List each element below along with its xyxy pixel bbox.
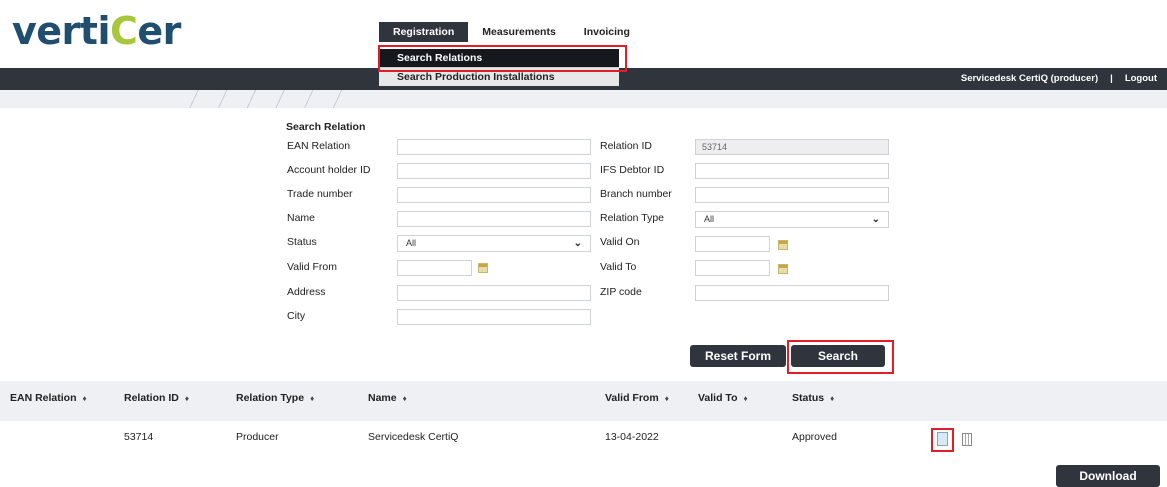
calendar-icon[interactable] [778, 240, 788, 250]
label-status: Status [287, 236, 317, 248]
top-menu: Registration Measurements Invoicing [379, 22, 644, 42]
valid-on-input[interactable] [695, 236, 770, 252]
column-label: Status [792, 392, 825, 404]
calendar-icon[interactable] [778, 264, 788, 274]
account-holder-id-input[interactable] [397, 163, 591, 179]
label-trade-number: Trade number [287, 188, 353, 200]
sort-icon: ♦ [743, 394, 748, 403]
column-label: Valid To [698, 392, 738, 404]
download-button[interactable]: Download [1056, 465, 1160, 487]
label-ean-relation: EAN Relation [287, 140, 351, 152]
column-status[interactable]: Status ♦ [792, 392, 834, 404]
logo-text-er: er [137, 9, 181, 53]
relation-type-select-value: All [704, 214, 715, 224]
reset-form-button[interactable]: Reset Form [690, 345, 786, 367]
valid-from-input[interactable] [397, 260, 472, 276]
sort-icon: ♦ [184, 394, 189, 403]
status-select-value: All [406, 238, 417, 248]
edit-document-icon[interactable] [937, 432, 948, 446]
column-label: Name [368, 392, 397, 404]
sort-icon: ♦ [664, 394, 669, 403]
column-label: Valid From [605, 392, 659, 404]
valid-to-input[interactable] [695, 260, 770, 276]
search-button[interactable]: Search [791, 345, 885, 367]
label-valid-from: Valid From [287, 261, 337, 273]
column-valid-from[interactable]: Valid From ♦ [605, 392, 669, 404]
cell-valid-from: 13-04-2022 [605, 431, 659, 443]
calendar-icon[interactable] [478, 263, 488, 273]
form-title: Search Relation [286, 121, 366, 133]
label-account-holder-id: Account holder ID [287, 164, 371, 176]
label-name: Name [287, 212, 316, 224]
column-ean-relation[interactable]: EAN Relation ♦ [10, 392, 87, 404]
column-name[interactable]: Name ♦ [368, 392, 407, 404]
verticer-logo: vertiCer [12, 6, 181, 56]
sort-icon: ♦ [82, 394, 87, 403]
label-relation-type: Relation Type [600, 212, 665, 224]
relation-id-input[interactable] [695, 139, 889, 155]
decorative-stripes [180, 90, 350, 108]
column-valid-to[interactable]: Valid To ♦ [698, 392, 748, 404]
dropdown-search-relations[interactable]: Search Relations [379, 49, 619, 67]
sort-icon: ♦ [402, 394, 407, 403]
sub-bar [0, 90, 1167, 108]
user-name: Servicedesk CertiQ (producer) [960, 73, 1099, 84]
column-label: EAN Relation [10, 392, 77, 404]
label-valid-to: Valid To [600, 261, 637, 273]
logo-text-verti: verti [12, 9, 110, 53]
column-relation-id[interactable]: Relation ID ♦ [124, 392, 189, 404]
status-select[interactable]: All ⌄ [397, 235, 591, 252]
trade-number-input[interactable] [397, 187, 591, 203]
cell-status: Approved [792, 431, 837, 443]
registration-dropdown: Search Relations Search Production Insta… [379, 49, 619, 86]
cell-relation-type: Producer [236, 431, 279, 443]
chevron-down-icon: ⌄ [573, 238, 582, 249]
dropdown-search-production-installations[interactable]: Search Production Installations [379, 67, 619, 86]
delete-trash-icon[interactable] [962, 433, 972, 446]
city-input[interactable] [397, 309, 591, 325]
label-address: Address [287, 286, 326, 298]
user-info: Servicedesk CertiQ (producer) | Logout [961, 68, 1157, 90]
menu-measurements[interactable]: Measurements [468, 22, 570, 42]
label-relation-id: Relation ID [600, 140, 652, 152]
ean-relation-input[interactable] [397, 139, 591, 155]
label-branch-number: Branch number [600, 188, 672, 200]
chevron-down-icon: ⌄ [871, 214, 880, 225]
name-input[interactable] [397, 211, 591, 227]
column-label: Relation ID [124, 392, 179, 404]
label-ifs-debtor-id: IFS Debtor ID [600, 164, 665, 176]
label-valid-on: Valid On [600, 236, 640, 248]
ifs-debtor-id-input[interactable] [695, 163, 889, 179]
cell-name: Servicedesk CertiQ [368, 431, 459, 443]
user-separator: | [1110, 73, 1113, 84]
sort-icon: ♦ [830, 394, 835, 403]
menu-invoicing[interactable]: Invoicing [570, 22, 644, 42]
logout-link[interactable]: Logout [1125, 68, 1157, 90]
cell-relation-id: 53714 [124, 431, 154, 443]
branch-number-input[interactable] [695, 187, 889, 203]
sort-icon: ♦ [310, 394, 315, 403]
column-label: Relation Type [236, 392, 305, 404]
menu-registration[interactable]: Registration [379, 22, 469, 42]
address-input[interactable] [397, 285, 591, 301]
zip-code-input[interactable] [695, 285, 889, 301]
label-city: City [287, 310, 306, 322]
logo-text-c: C [109, 9, 138, 53]
label-zip-code: ZIP code [600, 286, 642, 298]
relation-type-select[interactable]: All ⌄ [695, 211, 889, 228]
column-relation-type[interactable]: Relation Type ♦ [236, 392, 314, 404]
